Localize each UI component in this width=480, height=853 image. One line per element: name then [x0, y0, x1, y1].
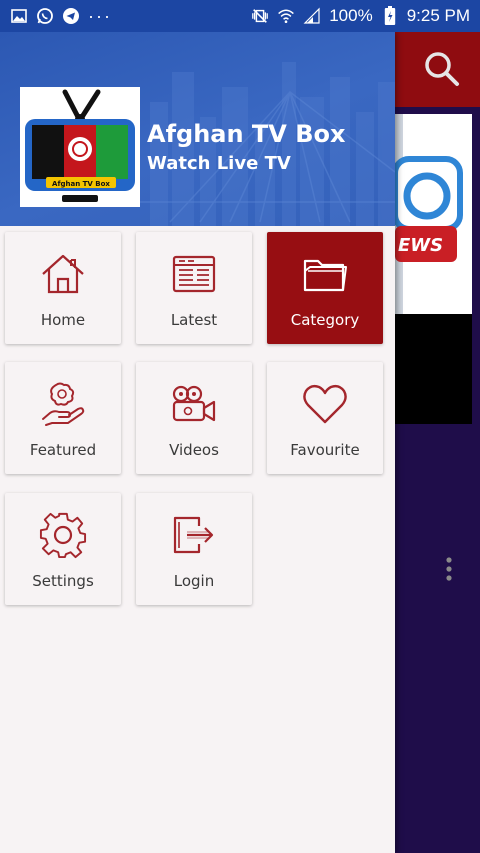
folder-icon — [301, 250, 349, 298]
menu-tile-label: Latest — [170, 311, 218, 329]
menu-tile-label: Videos — [169, 441, 219, 459]
menu-tile-label: Login — [173, 572, 215, 590]
home-icon — [39, 250, 87, 298]
menu-tile-featured[interactable]: Featured — [5, 362, 121, 474]
navigation-drawer: Afghan TV Box Afghan TV Box Watch Live T… — [0, 32, 395, 853]
gear-icon — [39, 511, 87, 559]
status-bar-left: ··· — [10, 6, 112, 27]
overflow-menu-icon[interactable] — [445, 556, 453, 586]
whatsapp-icon — [36, 7, 54, 25]
menu-tile-category[interactable]: Category — [267, 232, 383, 344]
battery-icon — [381, 6, 399, 25]
gallery-icon — [10, 7, 28, 25]
channel-card[interactable]: EWS — [395, 114, 472, 581]
menu-tile-videos[interactable]: Videos — [136, 362, 252, 474]
menu-tile-latest[interactable]: Latest — [136, 232, 252, 344]
heart-icon — [301, 380, 349, 428]
app-logo: Afghan TV Box — [20, 87, 140, 207]
menu-tile-label: Featured — [29, 441, 97, 459]
video-camera-icon — [170, 380, 218, 428]
app-title: Afghan TV Box — [147, 120, 346, 148]
wifi-icon — [277, 7, 295, 25]
menu-tile-settings[interactable]: Settings — [5, 493, 121, 605]
menu-tile-favourite[interactable]: Favourite — [267, 362, 383, 474]
menu-tile-home[interactable]: Home — [5, 232, 121, 344]
drawer-header: Afghan TV Box Afghan TV Box Watch Live T… — [0, 32, 395, 226]
logo-text: Afghan TV Box — [52, 180, 110, 188]
clock: 9:25 PM — [406, 6, 470, 25]
menu-tile-label: Home — [40, 311, 86, 329]
hand-star-icon — [39, 380, 87, 428]
status-bar: ··· 100% 9:25 PM — [0, 0, 480, 32]
menu-tile-label: Category — [290, 311, 360, 329]
menu-tile-label: Favourite — [290, 441, 360, 459]
signal-icon — [303, 7, 321, 25]
newspaper-icon — [170, 250, 218, 298]
more-dots-icon: ··· — [88, 5, 112, 26]
channel-card-footer — [395, 314, 472, 581]
channel-logo-image: EWS — [395, 114, 472, 314]
background-toolbar — [395, 32, 480, 107]
login-icon — [170, 511, 218, 559]
menu-tile-login[interactable]: Login — [136, 493, 252, 605]
telegram-icon — [62, 7, 80, 25]
battery-percent: 100% — [329, 6, 373, 25]
app-subtitle: Watch Live TV — [147, 153, 291, 174]
search-icon[interactable] — [423, 50, 461, 92]
card-logo-text: EWS — [398, 235, 443, 256]
mute-vibrate-icon — [251, 7, 269, 25]
menu-tile-label: Settings — [32, 572, 94, 590]
status-bar-right: 100% 9:25 PM — [251, 6, 470, 26]
background-app: EWS — [395, 32, 480, 853]
